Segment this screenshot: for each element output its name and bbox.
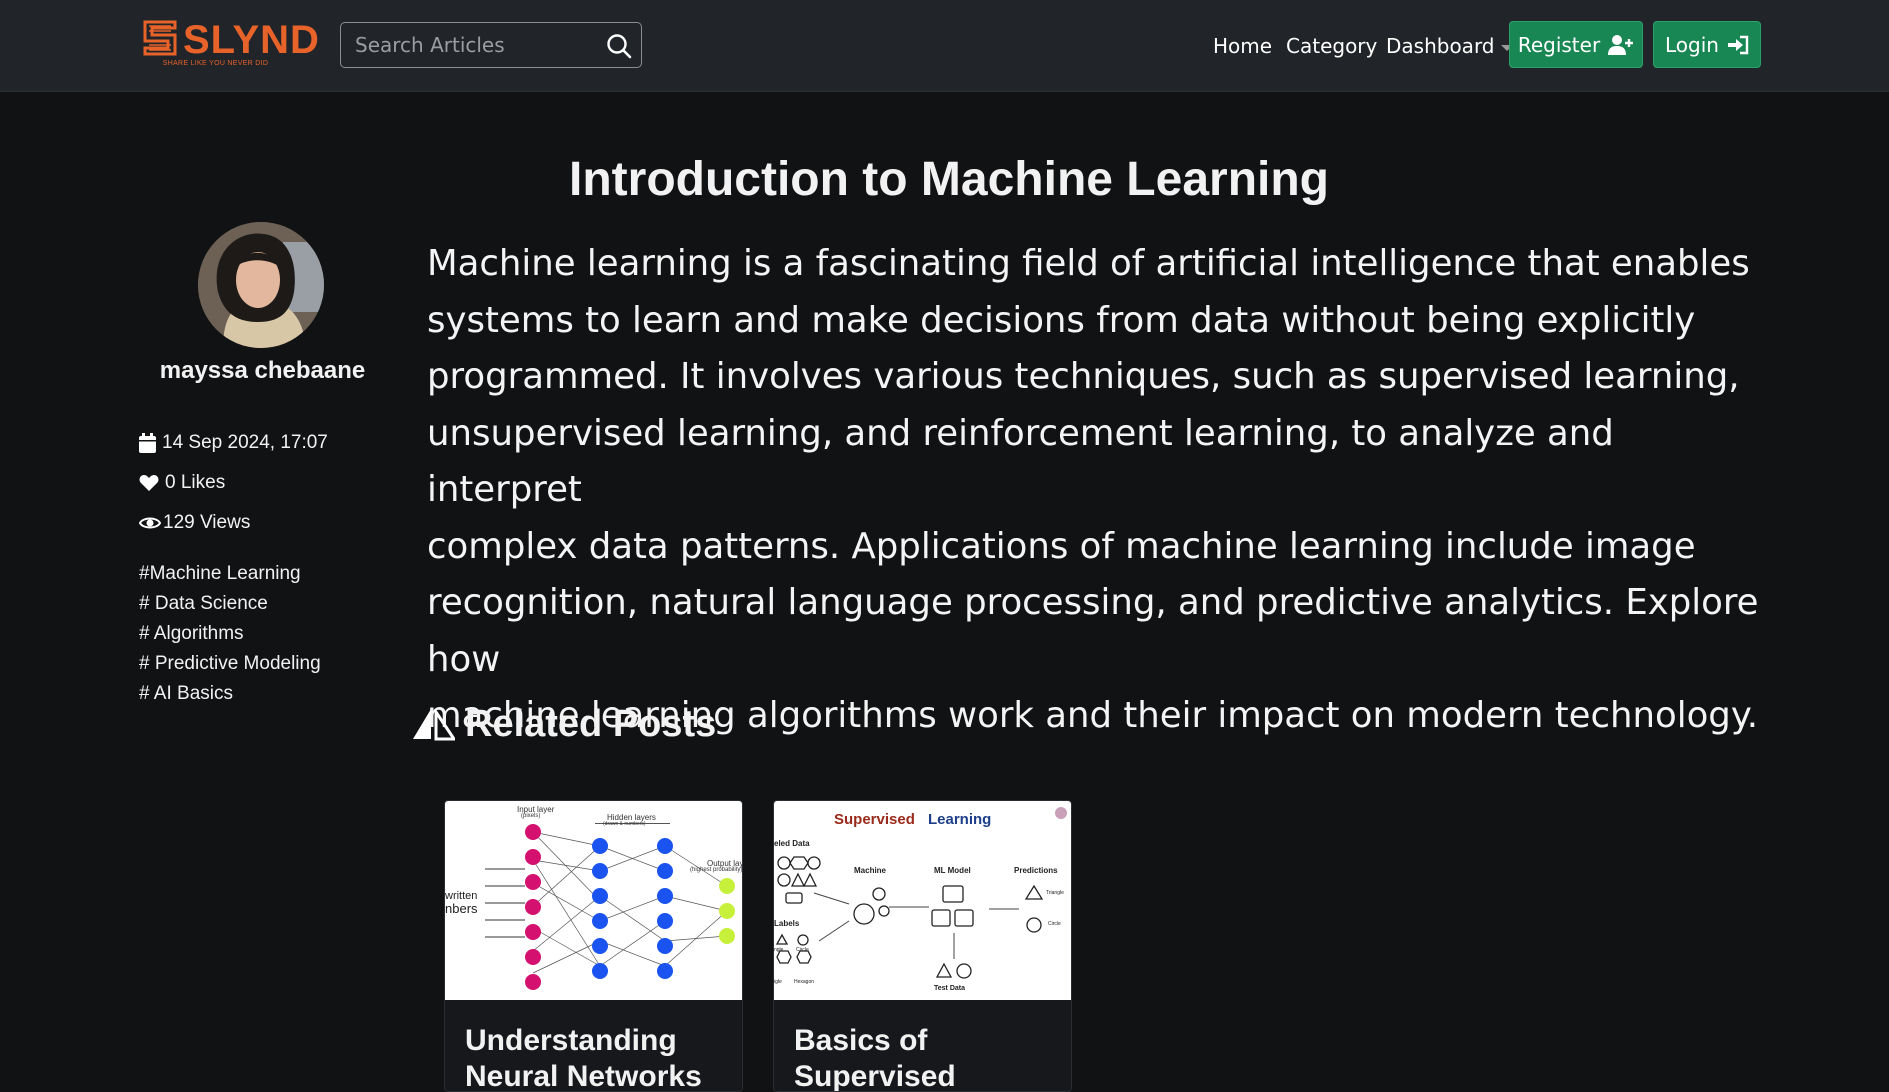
- image-label: Predictions: [1014, 866, 1058, 875]
- image-label: (highest probability): [690, 867, 743, 873]
- image-label: nbers: [445, 901, 478, 916]
- post-date-text: 14 Sep 2024, 17:07: [162, 432, 328, 453]
- article-line: Machine learning is a fascinating field …: [427, 243, 1750, 284]
- search-input[interactable]: [341, 23, 591, 67]
- register-button[interactable]: Register: [1509, 21, 1643, 68]
- image-label: Circle: [796, 947, 809, 953]
- login-label: Login: [1665, 32, 1719, 57]
- image-label: Test Data: [934, 985, 965, 992]
- navbar: SLYND SHARE LIKE YOU NEVER DID Home Cate…: [0, 0, 1889, 92]
- site-logo[interactable]: SLYND SHARE LIKE YOU NEVER DID: [143, 18, 319, 73]
- title-line: Supervised: [794, 1060, 956, 1092]
- sailboat-icon: [413, 708, 455, 740]
- heart-icon: [139, 475, 159, 491]
- search-box: [340, 22, 642, 68]
- image-label: Labels: [774, 919, 800, 928]
- article-line: systems to learn and make decisions from…: [427, 299, 1696, 341]
- article-line: recognition, natural language processing…: [427, 582, 1759, 680]
- avatar-photo: [198, 222, 324, 348]
- article-body: Machine learning is a fascinating field …: [427, 236, 1767, 745]
- search-icon[interactable]: [605, 32, 633, 60]
- neural-network-thumbnail: Input layer (pixels) Hidden layers (draw…: [445, 801, 742, 1000]
- image-label: Supervised: [834, 811, 915, 828]
- views-text: 129 Views: [163, 512, 251, 533]
- related-post-card[interactable]: Input layer (pixels) Hidden layers (draw…: [444, 800, 743, 1092]
- nav-dashboard-dropdown[interactable]: Dashboard: [1386, 34, 1513, 58]
- tag-link[interactable]: # Predictive Modeling: [139, 653, 321, 675]
- tag-link[interactable]: # Data Science: [139, 593, 268, 615]
- title-line: Neural Networks: [465, 1060, 702, 1092]
- logo-text: SLYND: [183, 18, 320, 62]
- image-label: (pixels): [521, 813, 541, 819]
- related-posts-title: Related Posts: [465, 703, 717, 745]
- nav-category-link[interactable]: Category: [1286, 34, 1377, 58]
- image-label: ngle: [774, 947, 784, 953]
- author-avatar[interactable]: [198, 222, 324, 348]
- calendar-icon: [139, 433, 156, 453]
- sign-in-icon: [1727, 35, 1749, 54]
- nav-dashboard-label: Dashboard: [1386, 34, 1495, 58]
- user-plus-icon: [1608, 34, 1634, 55]
- article-title: Introduction to Machine Learning: [569, 153, 1329, 206]
- image-label: Learning: [928, 811, 992, 828]
- image-label: (drawn & numbers): [603, 821, 646, 827]
- tag-link[interactable]: #Machine Learning: [139, 563, 301, 585]
- nav-home-link[interactable]: Home: [1213, 34, 1272, 58]
- register-label: Register: [1517, 32, 1601, 57]
- image-label: Circle: [1048, 921, 1061, 927]
- image-label: Triangle: [1046, 890, 1064, 896]
- login-button[interactable]: Login: [1653, 21, 1761, 68]
- article-line: complex data patterns. Applications of m…: [427, 525, 1696, 567]
- author-name[interactable]: mayssa chebaane: [130, 357, 395, 385]
- related-post-title[interactable]: Basics of Supervised: [794, 1023, 1054, 1092]
- supervised-learning-thumbnail: Supervised Learning eled Data Machine ML…: [774, 801, 1071, 1000]
- eye-icon: [139, 517, 161, 529]
- image-label: igle: [774, 979, 782, 985]
- image-label: eled Data: [774, 839, 810, 848]
- tag-link[interactable]: # AI Basics: [139, 683, 233, 705]
- logo-tagline: SHARE LIKE YOU NEVER DID: [162, 60, 269, 67]
- related-post-title[interactable]: Understanding Neural Networks: [465, 1023, 725, 1092]
- title-line: Understanding: [465, 1024, 677, 1057]
- likes-count[interactable]: 0 Likes: [139, 472, 225, 494]
- image-label: ML Model: [934, 866, 971, 875]
- views-count: 129 Views: [139, 512, 250, 534]
- likes-text: 0 Likes: [165, 472, 226, 493]
- article-line: unsupervised learning, and reinforcement…: [427, 412, 1614, 511]
- article-line: programmed. It involves various techniqu…: [427, 356, 1740, 397]
- post-date: 14 Sep 2024, 17:07: [139, 432, 328, 454]
- title-line: Basics of: [794, 1024, 928, 1057]
- image-label: Hexagon: [794, 979, 815, 985]
- related-posts-heading: Related Posts: [413, 703, 716, 746]
- image-label: Machine: [854, 866, 887, 875]
- tag-link[interactable]: # Algorithms: [139, 623, 244, 645]
- related-post-card[interactable]: Supervised Learning eled Data Machine ML…: [773, 800, 1072, 1092]
